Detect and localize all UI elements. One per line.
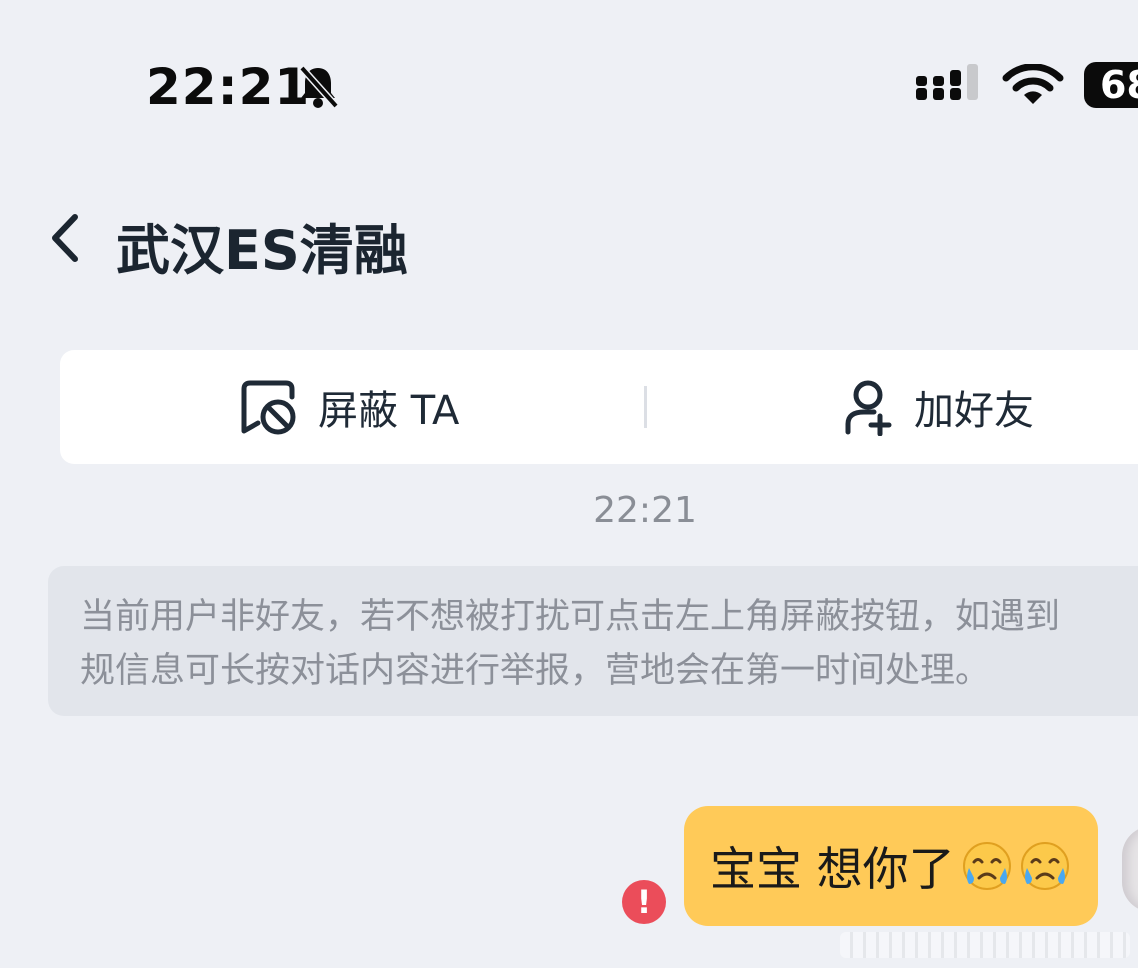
- add-friend-label: 加好友: [914, 388, 1034, 434]
- chat-title: 武汉ES清融: [116, 219, 408, 282]
- block-button[interactable]: 屏蔽 TA: [236, 350, 459, 464]
- block-label: 屏蔽 TA: [318, 388, 460, 434]
- chevron-left-icon: [52, 214, 78, 262]
- error-icon[interactable]: !: [622, 880, 666, 924]
- add-user-icon: [845, 380, 892, 436]
- message-timestamp: 22:21: [593, 490, 697, 531]
- crying-face-emoji: [1020, 842, 1069, 890]
- status-time: 22:21: [146, 58, 311, 116]
- battery-indicator: 68: [1084, 62, 1138, 108]
- block-chat-icon: [241, 380, 296, 435]
- avatar[interactable]: [1122, 826, 1138, 912]
- divider: [644, 386, 647, 428]
- add-friend-button[interactable]: 加好友: [844, 350, 1034, 464]
- wifi-icon: [1002, 64, 1064, 104]
- message-bubble[interactable]: 宝宝 想你了: [684, 806, 1098, 926]
- notice-line: 规信息可长按对话内容进行举报，营地会在第一时间处理。: [80, 651, 991, 691]
- notice-line: 当前用户非好友，若不想被打扰可点击左上角屏蔽按钮，如遇到: [80, 597, 1061, 637]
- message-text: 宝宝 想你了: [710, 842, 955, 896]
- action-bar: 屏蔽 TA 加好友: [60, 350, 1138, 464]
- signal-icon: [916, 64, 978, 100]
- bell-slash-icon: [299, 65, 339, 109]
- watermark: [840, 932, 1130, 958]
- crying-face-emoji: [962, 842, 1011, 890]
- back-button[interactable]: [36, 206, 92, 270]
- system-notice: 当前用户非好友，若不想被打扰可点击左上角屏蔽按钮，如遇到 规信息可长按对话内容进…: [48, 566, 1138, 716]
